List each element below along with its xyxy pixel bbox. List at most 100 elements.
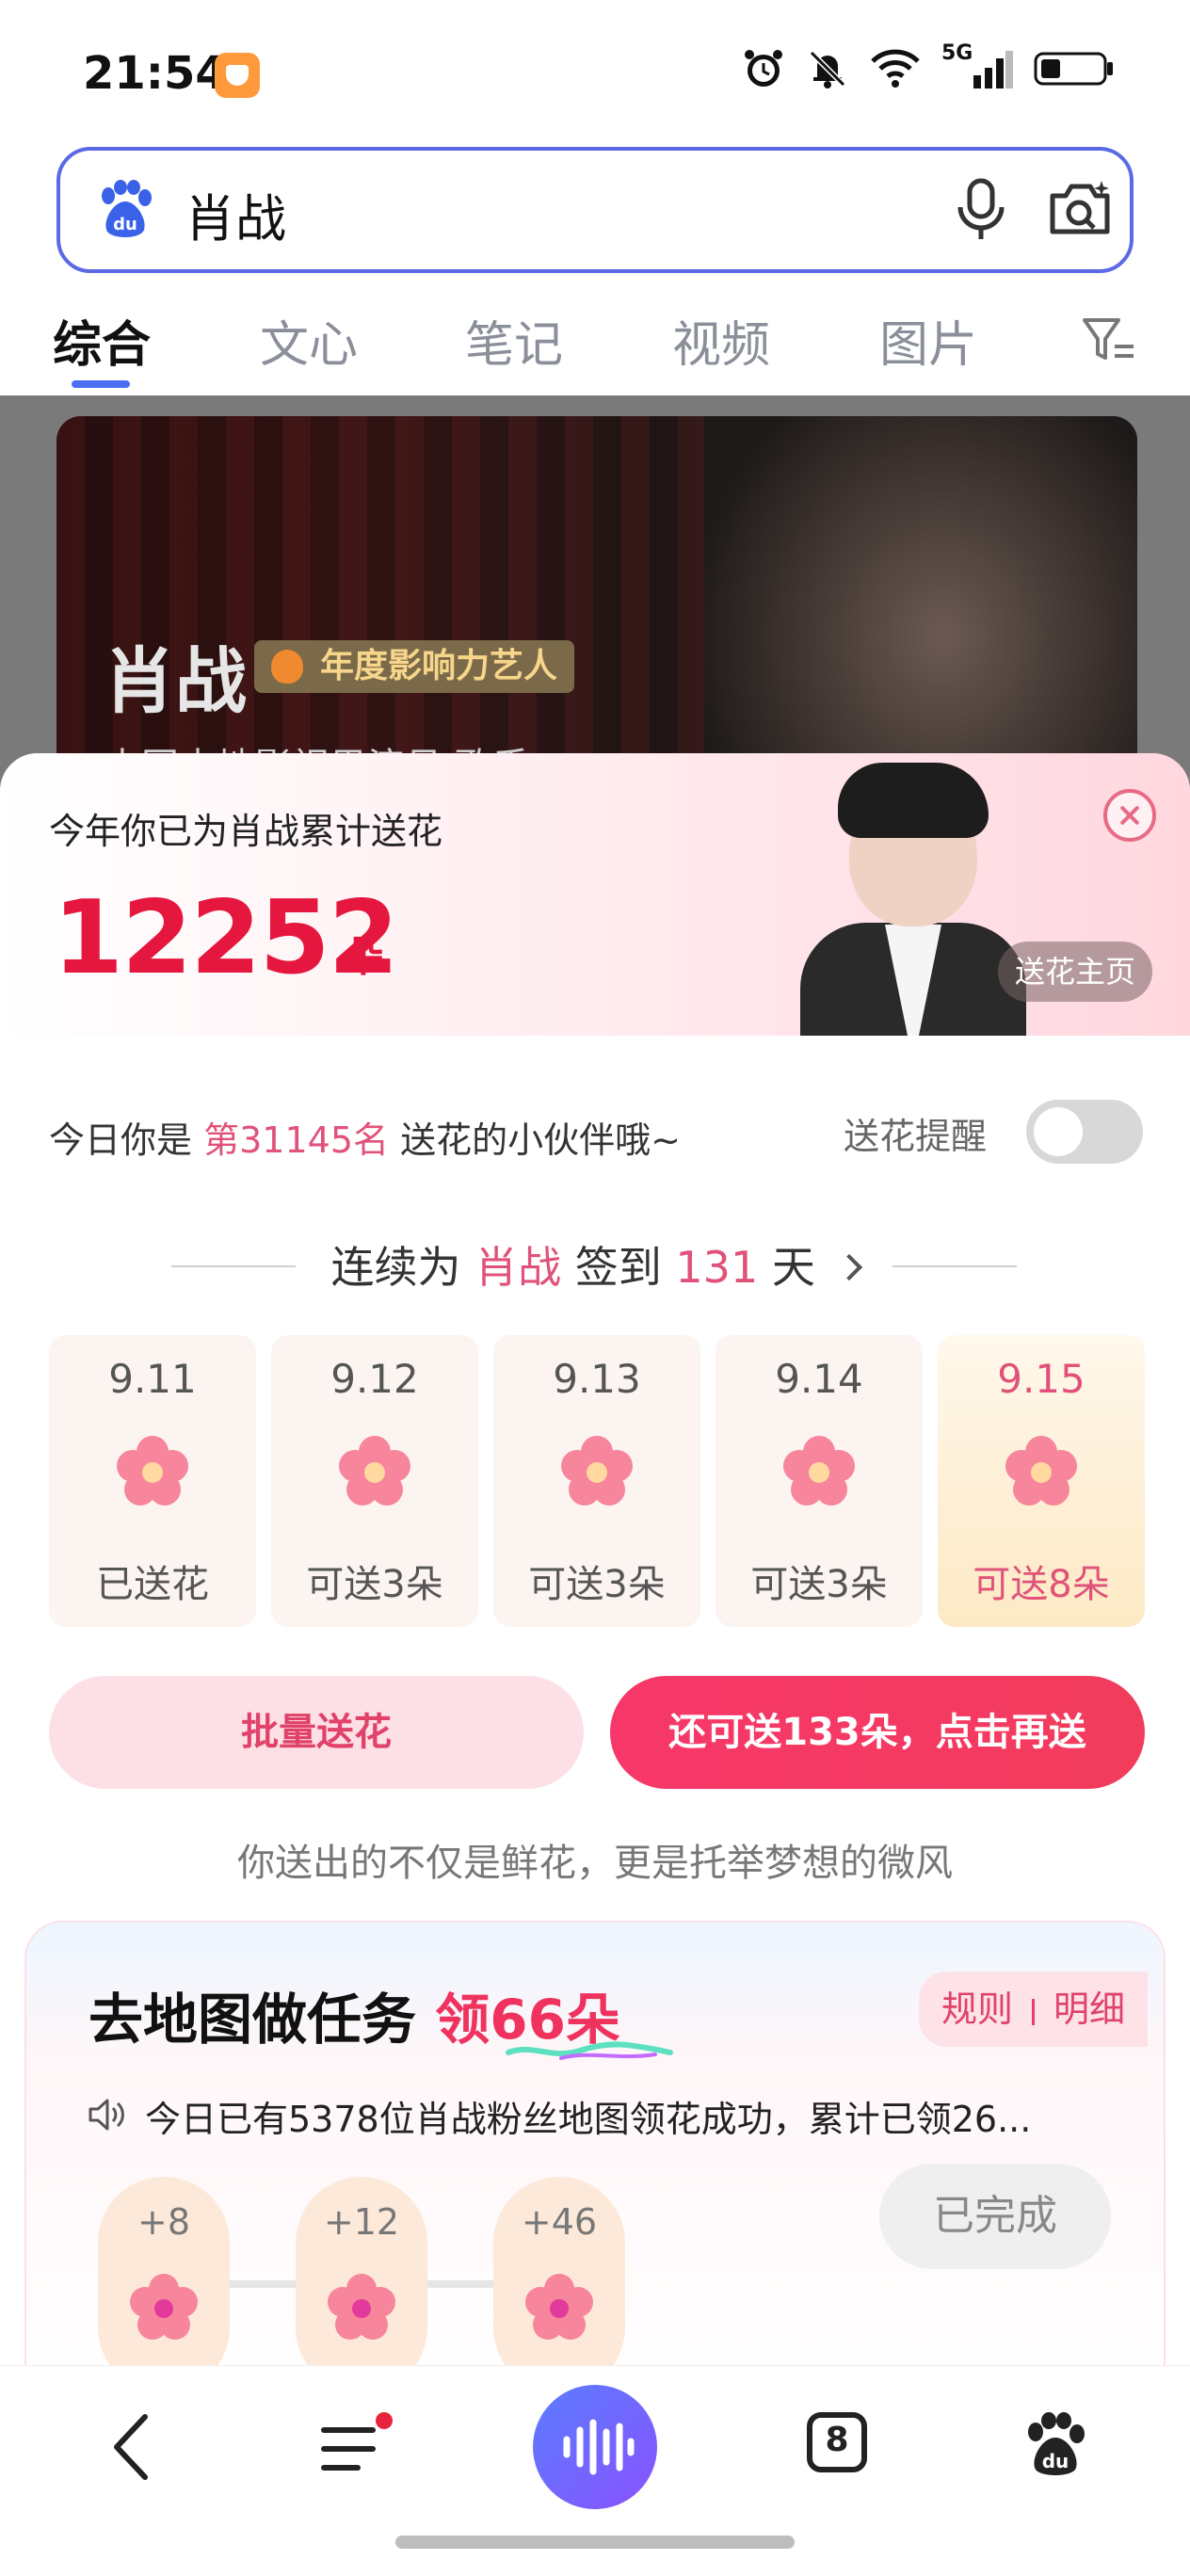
signal-icon <box>973 51 1013 89</box>
tab-images[interactable]: 图片 <box>879 305 977 376</box>
filter-icon[interactable] <box>1081 314 1137 367</box>
status-bar: 21:54 5G <box>0 0 1190 141</box>
task-title-text: 去地图做任务 <box>88 1988 417 2052</box>
tabs-count: 8 <box>825 2421 849 2459</box>
day-status: 可送3朵 <box>306 1563 443 1606</box>
flower-card: 今日你是 第31145名 送花的小伙伴哦~ 送花提醒 连续为 肖战 签到 131… <box>0 1036 1190 2365</box>
rules-details: 规则 明细 <box>919 1972 1149 2047</box>
flower-home-button[interactable]: 送花主页 <box>998 942 1153 1002</box>
day-card[interactable]: 9.13 可送3朵 <box>493 1335 700 1627</box>
day-status: 可送8朵 <box>973 1563 1110 1606</box>
completed-button[interactable]: 已完成 <box>879 2164 1111 2269</box>
map-task-card: 去地图做任务 领66朵 规则 明细 今日已有5378位肖战粉丝地图领花成功，累计已… <box>24 1921 1166 2365</box>
search-tabs: 综合 文心 笔记 视频 图片 <box>0 292 1190 395</box>
day-card[interactable]: 9.14 可送3朵 <box>716 1335 923 1627</box>
reminder-toggle[interactable] <box>1026 1100 1143 1164</box>
camera-search-icon[interactable] <box>1047 177 1115 243</box>
bottom-nav: 8 du <box>0 2365 1190 2576</box>
flower-icon <box>117 1436 188 1505</box>
flower-icon <box>561 1436 633 1505</box>
flower-icon <box>339 1436 410 1505</box>
rank-suffix: 送花的小伙伴哦~ <box>400 1119 681 1161</box>
task-notice: 今日已有5378位肖战粉丝地图领花成功，累计已领26... <box>145 2099 1032 2140</box>
streak-name: 肖战 <box>474 1242 562 1293</box>
streak-prefix: 连续为 <box>330 1242 461 1293</box>
back-arrow-icon[interactable] <box>107 2411 154 2483</box>
search-input[interactable]: 肖战 <box>185 177 286 251</box>
day-date: 9.13 <box>553 1356 641 1402</box>
day-date: 9.15 <box>997 1356 1085 1402</box>
chevron-right-icon <box>836 1253 863 1281</box>
rules-link[interactable]: 规则 <box>941 1988 1013 2030</box>
hero-name: 肖战 <box>104 639 247 723</box>
baidu-logo-icon: du <box>102 180 152 237</box>
battery-icon <box>1034 52 1113 86</box>
search-box[interactable]: du 肖战 <box>56 147 1134 273</box>
wifi-icon <box>871 49 920 88</box>
mic-icon[interactable] <box>953 177 1009 243</box>
tabs-button[interactable]: 8 <box>806 2411 868 2473</box>
total-unit: 朵 <box>343 933 384 981</box>
node-amount: +8 <box>137 2201 191 2243</box>
alarm-icon <box>745 50 782 87</box>
streak-row[interactable]: 连续为 肖战 签到 131 天 <box>0 1233 1190 1299</box>
rank-value: 第31145名 <box>203 1119 389 1161</box>
active-tab-indicator <box>72 380 130 388</box>
app-notification-icon <box>215 53 260 98</box>
reward-node: +46 <box>493 2177 625 2365</box>
svg-text:du: du <box>113 215 137 234</box>
flower-icon <box>525 2274 593 2340</box>
day-card[interactable]: 9.11 已送花 <box>49 1335 256 1627</box>
day-card[interactable]: 9.12 可送3朵 <box>271 1335 478 1627</box>
tab-notes[interactable]: 笔记 <box>465 305 563 376</box>
day-status: 已送花 <box>96 1563 209 1606</box>
day-card-today[interactable]: 9.15 可送8朵 <box>938 1335 1145 1627</box>
mute-bell-icon <box>809 50 846 89</box>
send-again-button[interactable]: 还可送133朵，点击再送 <box>610 1676 1145 1789</box>
batch-send-button[interactable]: 批量送花 <box>49 1676 584 1789</box>
home-indicator[interactable] <box>395 2536 795 2549</box>
rank-prefix: 今日你是 <box>49 1119 193 1161</box>
sheet-header: 今年你已为肖战累计送花 12252 朵 送花主页 <box>0 753 1190 1036</box>
slogan-text: 你送出的不仅是鲜花，更是托举梦想的微风 <box>237 1842 953 1885</box>
tab-wenxin[interactable]: 文心 <box>260 305 358 376</box>
streak-mid: 签到 <box>574 1242 662 1293</box>
baidu-paw-icon[interactable]: du <box>1022 2411 1088 2477</box>
flower-icon <box>130 2274 198 2340</box>
voice-assistant-button[interactable] <box>533 2385 657 2509</box>
day-list: 9.11 已送花 9.12 可送3朵 9.13 可送3朵 9.14 可送3朵 9… <box>49 1335 1145 1627</box>
voice-assistant-icon <box>563 2419 635 2475</box>
close-button[interactable] <box>1103 789 1156 842</box>
speaker-icon <box>88 2099 124 2131</box>
node-amount: +46 <box>521 2201 598 2243</box>
flower-icon <box>328 2274 395 2340</box>
day-status: 可送3朵 <box>750 1563 888 1606</box>
reward-node: +8 <box>98 2177 230 2365</box>
svg-text:du: du <box>1042 2450 1069 2472</box>
celebrity-photo <box>800 763 1026 1036</box>
menu-icon[interactable] <box>320 2411 395 2483</box>
tab-videos[interactable]: 视频 <box>672 305 770 376</box>
tab-all[interactable]: 综合 <box>53 305 151 376</box>
streak-days: 131 <box>675 1242 759 1293</box>
reward-node: +12 <box>296 2177 427 2365</box>
streak-suffix: 天 <box>771 1242 815 1293</box>
day-status: 可送3朵 <box>528 1563 666 1606</box>
flower-sheet: 今年你已为肖战累计送花 12252 朵 送花主页 今日你是 第31145名 送花… <box>0 753 1190 2365</box>
divider-right <box>892 1265 1017 1267</box>
cellular-signal: 5G <box>941 41 1013 90</box>
day-date: 9.11 <box>108 1356 197 1402</box>
total-label: 今年你已为肖战累计送花 <box>49 811 443 852</box>
reminder-label: 送花提醒 <box>844 1116 988 1157</box>
flower-icon <box>1005 1436 1077 1505</box>
day-date: 9.12 <box>330 1356 419 1402</box>
divider-left <box>171 1265 296 1267</box>
day-date: 9.14 <box>775 1356 863 1402</box>
details-link[interactable]: 明细 <box>1053 1988 1125 2030</box>
rank-text: 今日你是 第31145名 送花的小伙伴哦~ <box>49 1111 681 1163</box>
reward-underline <box>506 2041 673 2060</box>
status-time: 21:54 <box>83 47 227 100</box>
flower-icon <box>783 1436 855 1505</box>
hero-tag: 年度影响力艺人 <box>254 640 575 693</box>
node-amount: +12 <box>323 2201 400 2243</box>
